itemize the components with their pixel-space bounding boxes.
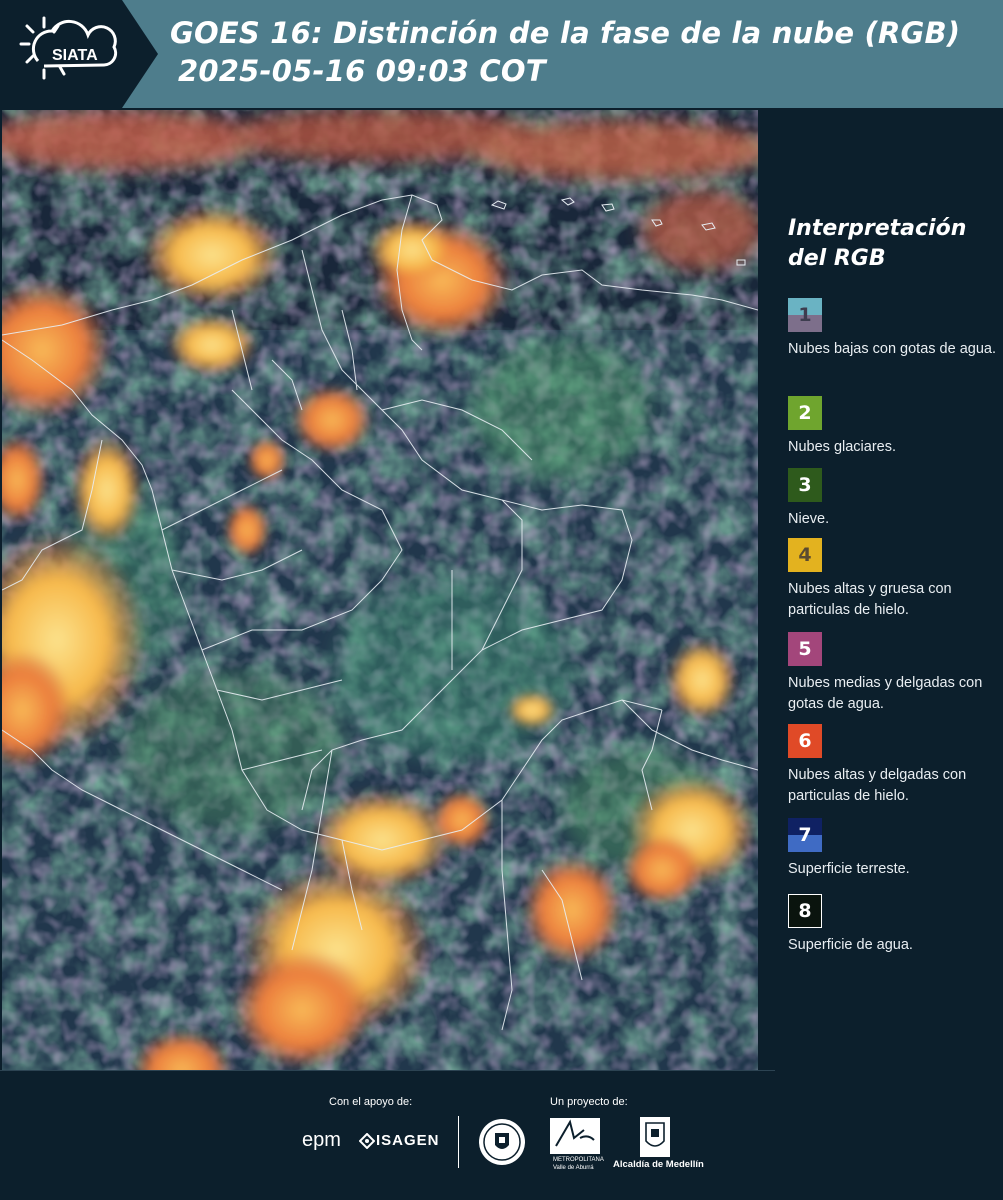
isagen-logo-icon xyxy=(359,1133,375,1149)
legend-number: 3 xyxy=(798,474,812,496)
legend-item-6: 6 Nubes altas y delgadas con particulas … xyxy=(788,724,998,807)
legend-item-5: 5 Nubes medias y delgadas con gotas de a… xyxy=(788,632,998,715)
legend-swatch-6: 6 xyxy=(788,724,822,758)
legend-label: Nubes bajas con gotas de agua. xyxy=(788,341,996,357)
area-line-1: METROPOLITANA xyxy=(553,1157,604,1163)
footer-divider xyxy=(0,1070,775,1071)
legend-number: 2 xyxy=(798,402,812,424)
legend-item-1: 1 Nubes bajas con gotas de agua. xyxy=(788,298,998,360)
support-label: Con el apoyo de: xyxy=(329,1096,413,1108)
alcaldia-text: Alcaldía de Medellín xyxy=(613,1159,704,1170)
legend-label: Nubes altas y gruesa con particulas de h… xyxy=(788,581,952,618)
page-title: GOES 16: Distinción de la fase de la nub… xyxy=(170,14,990,90)
siata-logo[interactable]: SIATA xyxy=(0,0,160,108)
title-line-1: GOES 16: Distinción de la fase de la nub… xyxy=(170,16,961,50)
footer-separator xyxy=(458,1116,459,1168)
legend-swatch-3: 3 xyxy=(788,468,822,502)
area-metropolitana-text: METROPOLITANA Valle de Aburrá xyxy=(553,1156,604,1172)
legend-item-2: 2 Nubes glaciares. xyxy=(788,396,998,458)
legend-swatch-2: 2 xyxy=(788,396,822,430)
area-metropolitana-logo xyxy=(550,1118,600,1154)
epm-logo: epm xyxy=(302,1129,341,1151)
legend-swatch-4: 4 xyxy=(788,538,822,572)
legend-number: 7 xyxy=(798,824,812,846)
legend-swatch-7: 7 xyxy=(788,818,822,852)
legend-item-8: 8 Superficie de agua. xyxy=(788,894,998,956)
project-label: Un proyecto de: xyxy=(550,1096,628,1108)
footer: Con el apoyo de: Un proyecto de: epm ISA… xyxy=(0,1070,1003,1200)
legend-label: Nubes altas y delgadas con particulas de… xyxy=(788,767,967,804)
area-line-2: Valle de Aburrá xyxy=(553,1165,594,1171)
legend-number: 5 xyxy=(798,638,812,660)
legend-label: Nubes medias y delgadas con gotas de agu… xyxy=(788,675,983,712)
legend-title: Interpretación del RGB xyxy=(788,216,967,271)
legend-item-7: 7 Superficie terreste. xyxy=(788,818,998,880)
isagen-logo: ISAGEN xyxy=(376,1132,440,1149)
legend-swatch-1: 1 xyxy=(788,298,822,332)
header-bar: SIATA GOES 16: Distinción de la fase de … xyxy=(0,0,1003,108)
alcaldia-shield-icon xyxy=(640,1117,670,1157)
siata-logo-text: SIATA xyxy=(52,47,98,64)
legend-number: 1 xyxy=(798,304,812,326)
legend-panel: Interpretación del RGB 1 Nubes bajas con… xyxy=(760,110,1003,1070)
legend-number: 6 xyxy=(798,730,812,752)
title-line-2: 2025-05-16 09:03 COT xyxy=(178,54,546,88)
legend-item-4: 4 Nubes altas y gruesa con particulas de… xyxy=(788,538,998,621)
satellite-rgb-image xyxy=(2,110,758,1070)
legend-number: 8 xyxy=(798,900,812,922)
legend-label: Nubes glaciares. xyxy=(788,439,896,455)
legend-swatch-5: 5 xyxy=(788,632,822,666)
legend-swatch-8: 8 xyxy=(788,894,822,928)
legend-label: Nieve. xyxy=(788,511,830,527)
legend-label: Superficie terreste. xyxy=(788,861,910,877)
legend-label: Superficie de agua. xyxy=(788,937,913,953)
legend-number: 4 xyxy=(798,544,812,566)
legend-item-3: 3 Nieve. xyxy=(788,468,998,530)
medellin-seal-icon xyxy=(479,1119,525,1165)
